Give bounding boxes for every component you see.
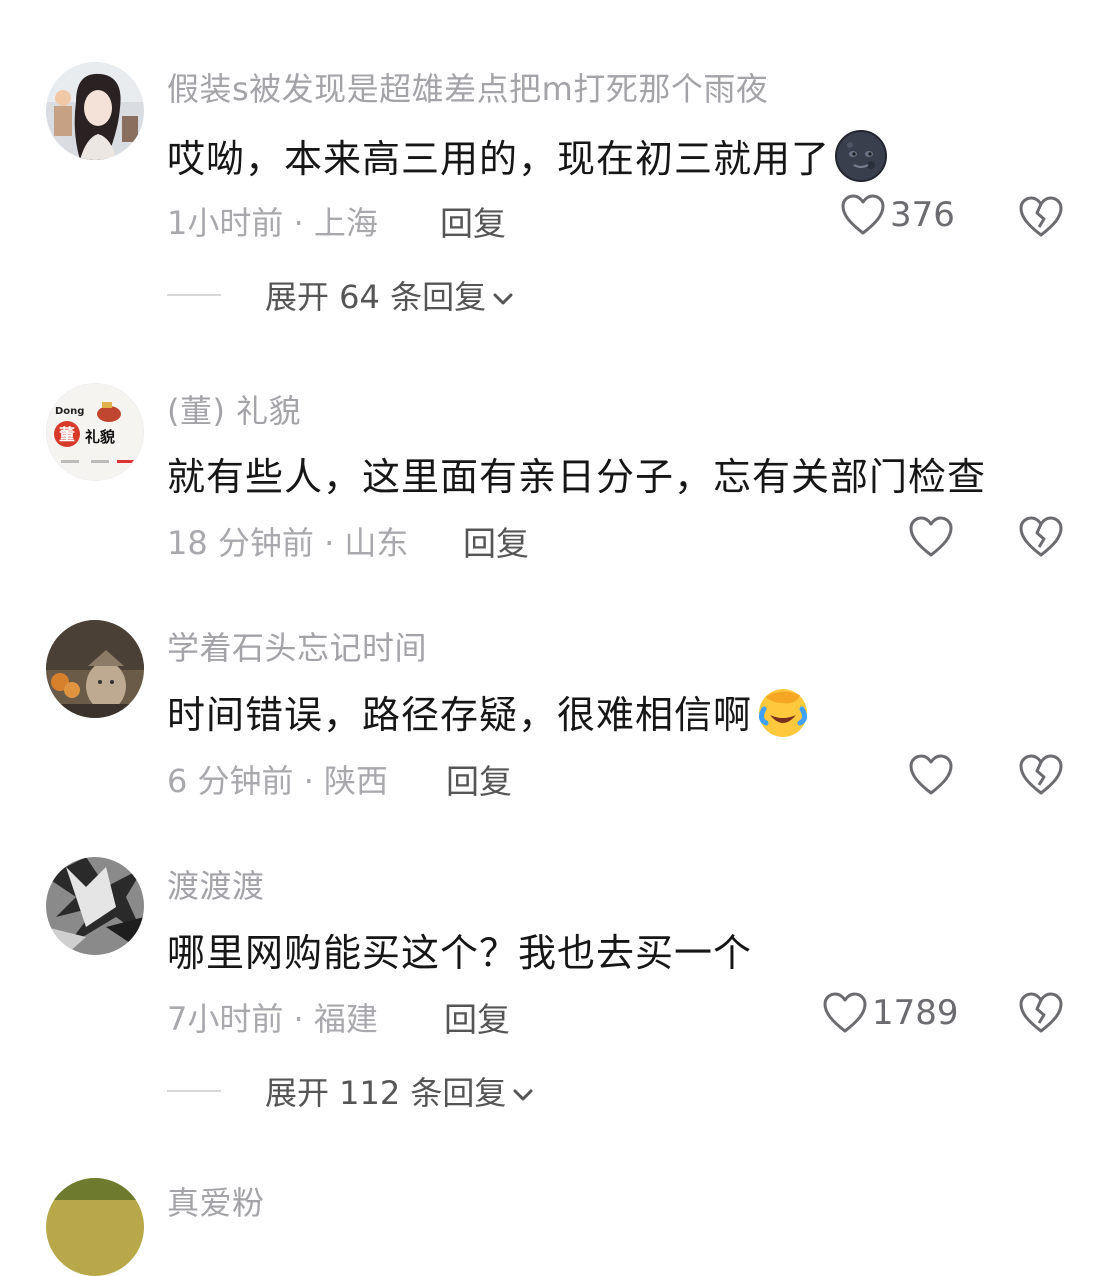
new-moon-face-emoji [834, 129, 888, 183]
like-button[interactable] [908, 753, 958, 797]
comment-text: 时间错误，路径存疑，很难相信啊 [167, 684, 810, 739]
reply-button[interactable]: 回复 [444, 993, 510, 1041]
comment-username[interactable]: (董) 礼貌 [167, 386, 301, 432]
comment-username[interactable]: 渡渡渡 [167, 861, 265, 907]
broken-heart-icon [1018, 991, 1064, 1035]
broken-heart-icon [1018, 195, 1064, 239]
reply-button[interactable]: 回复 [446, 755, 512, 803]
heart-outline-icon [822, 991, 868, 1035]
like-button[interactable]: 1789 [822, 991, 959, 1035]
avatar-badge-latin: Dong [55, 406, 84, 417]
avatar[interactable] [46, 857, 144, 955]
divider-line [167, 1090, 221, 1092]
avatar[interactable]: Dong 董 礼貌 [46, 383, 144, 481]
like-count: 1789 [872, 993, 959, 1033]
expand-replies-button[interactable]: 展开 64 条回复 [167, 272, 514, 318]
like-button[interactable] [908, 515, 958, 559]
broken-heart-icon [1018, 753, 1064, 797]
comment-text: 哎呦，本来高三用的，现在初三就用了 [167, 128, 888, 183]
comment-meta: 1小时前 · 上海 [167, 204, 378, 242]
expand-replies-button[interactable]: 展开 112 条回复 [167, 1068, 534, 1114]
chevron-down-icon [512, 1072, 534, 1110]
expand-replies-label: 展开 64 条回复 [265, 278, 487, 316]
like-button[interactable]: 376 [840, 193, 955, 237]
comment-meta: 7小时前 · 福建 [167, 1000, 378, 1038]
comment-meta: 18 分钟前 · 山东 [167, 524, 409, 562]
comment-username[interactable]: 真爱粉 [167, 1178, 265, 1224]
dislike-button[interactable] [1018, 195, 1064, 239]
expand-replies-label: 展开 112 条回复 [265, 1074, 507, 1112]
avatar-badge-char: 董 [59, 425, 75, 444]
comment-meta: 6 分钟前 · 陕西 [167, 762, 389, 800]
avatar[interactable] [46, 1178, 144, 1276]
broken-heart-icon [1018, 515, 1064, 559]
comment-text-body: 时间错误，路径存疑，很难相信啊 [167, 693, 753, 737]
avatar[interactable] [46, 620, 144, 718]
like-count: 376 [890, 195, 955, 235]
dislike-button[interactable] [1018, 515, 1064, 559]
face-palm-crying-emoji [756, 685, 810, 739]
avatar-badge-text: 礼貌 [85, 428, 115, 446]
dislike-button[interactable] [1018, 991, 1064, 1035]
chevron-down-icon [492, 276, 514, 314]
heart-outline-icon [908, 753, 954, 797]
heart-outline-icon [840, 193, 886, 237]
comment-text-body: 就有些人，这里面有亲日分子，忘有关部门检查 [167, 455, 987, 499]
comment-username[interactable]: 学着石头忘记时间 [167, 623, 427, 669]
reply-button[interactable]: 回复 [463, 517, 529, 565]
comment-text-body: 哎呦，本来高三用的，现在初三就用了 [167, 137, 831, 181]
divider-line [167, 294, 221, 296]
reply-button[interactable]: 回复 [440, 197, 506, 245]
comment-text: 就有些人，这里面有亲日分子，忘有关部门检查 [167, 446, 986, 501]
heart-outline-icon [908, 515, 954, 559]
comment-username[interactable]: 假装s被发现是超雄差点把m打死那个雨夜 [167, 64, 768, 110]
avatar[interactable] [46, 62, 144, 160]
comment-text: 哪里网购能买这个？我也去买一个 [167, 922, 752, 977]
comment-text-body: 哪里网购能买这个？我也去买一个 [167, 931, 753, 975]
dislike-button[interactable] [1018, 753, 1064, 797]
